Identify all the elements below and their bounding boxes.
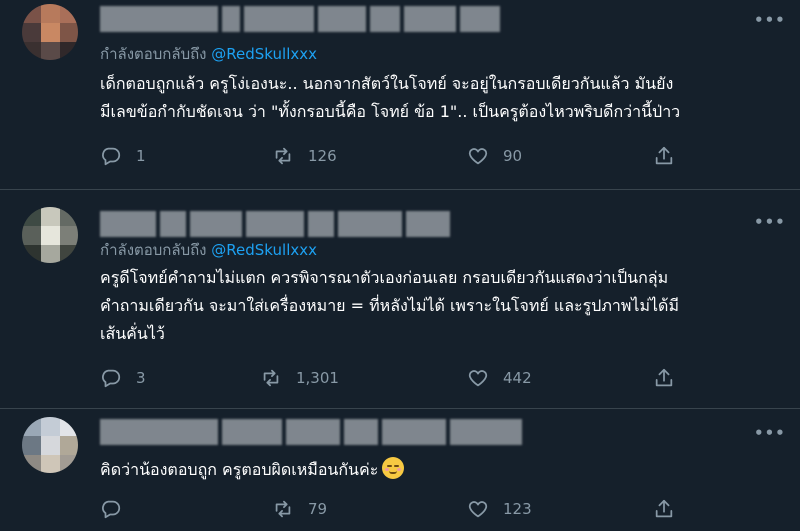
tweet-text-content: คิดว่าน้องตอบถูก ครูตอบผิดเหมือนกันค่ะ xyxy=(100,460,379,479)
replying-handle-link[interactable]: @RedSkullxxx xyxy=(211,241,317,259)
avatar-pixel xyxy=(60,245,78,263)
reply-count: 3 xyxy=(136,369,146,387)
avatar[interactable] xyxy=(22,417,78,473)
like-button[interactable]: 442 xyxy=(467,366,532,390)
reply-button[interactable]: 1 xyxy=(100,144,146,168)
avatar-pixel xyxy=(41,23,60,42)
reply-icon xyxy=(102,369,121,388)
more-icon[interactable]: ••• xyxy=(754,212,785,232)
avatar-pixel xyxy=(41,4,60,23)
heart-icon xyxy=(468,148,488,165)
retweet-count: 126 xyxy=(308,147,337,165)
replying-to: กำลังตอบกลับถึง @RedSkullxxx xyxy=(100,42,317,66)
retweet-button[interactable]: 126 xyxy=(272,144,337,168)
heart-icon xyxy=(468,370,488,387)
reply-button[interactable] xyxy=(100,497,136,521)
blurred-username xyxy=(100,211,450,237)
action-bar: 79 123 xyxy=(100,497,700,521)
reply-icon xyxy=(102,500,121,519)
relieved-face-emoji xyxy=(382,457,405,479)
heart-icon xyxy=(468,501,488,518)
like-button[interactable]: 123 xyxy=(467,497,532,521)
more-icon[interactable]: ••• xyxy=(754,423,785,443)
avatar-pixel xyxy=(60,23,78,42)
reply-tweet-1[interactable]: ••• กำลังตอบกลับถึง @RedSkullxxx เด็กตอบ… xyxy=(0,0,800,189)
replying-to: กำลังตอบกลับถึง @RedSkullxxx xyxy=(100,238,317,262)
blurred-username xyxy=(100,419,522,445)
reply-tweet-2[interactable]: ••• กำลังตอบกลับถึง @RedSkullxxx ครูดีโจ… xyxy=(0,189,800,408)
tweet-text-line: คิดว่าน้องตอบถูก ครูตอบผิดเหมือนกันค่ะ xyxy=(100,456,790,484)
like-count: 123 xyxy=(503,500,532,518)
action-bar: 1 126 90 xyxy=(100,144,700,168)
tweet-text-line: เส้นคั่นไว้ xyxy=(100,324,165,343)
retweet-button[interactable]: 79 xyxy=(272,497,327,521)
retweet-count: 1,301 xyxy=(296,369,339,387)
avatar-pixel xyxy=(22,417,41,436)
retweet-count: 79 xyxy=(308,500,328,518)
share-icon xyxy=(655,368,673,387)
tweet-text-line: ครูดีโจทย์คำถามไม่แตก ควรพิจารณาตัวเองก่… xyxy=(100,268,669,287)
avatar-pixel xyxy=(22,207,41,226)
avatar-pixel xyxy=(41,207,60,226)
reply-tweet-3[interactable]: ••• คิดว่าน้องตอบถูก ครูตอบผิดเหมือนกันค… xyxy=(0,408,800,531)
avatar-pixel xyxy=(22,4,41,23)
replying-prefix: กำลังตอบกลับถึง xyxy=(100,45,207,63)
retweet-icon xyxy=(275,147,291,165)
share-button[interactable] xyxy=(653,497,675,521)
like-count: 90 xyxy=(503,147,523,165)
reply-icon xyxy=(102,147,121,166)
retweet-button[interactable]: 1,301 xyxy=(260,366,339,390)
avatar-pixel xyxy=(41,42,60,60)
avatar-pixel xyxy=(60,207,78,226)
avatar-pixel xyxy=(60,4,78,23)
tweet-text-line: คำถามเดียวกัน จะมาใส่เครื่องหมาย = ที่หล… xyxy=(100,296,679,315)
avatar-pixel xyxy=(60,455,78,473)
share-icon xyxy=(655,146,673,165)
blurred-username xyxy=(100,6,500,32)
like-count: 442 xyxy=(503,369,532,387)
avatar-pixel xyxy=(22,226,41,245)
replying-handle-link[interactable]: @RedSkullxxx xyxy=(211,45,317,63)
avatar-pixel xyxy=(60,436,78,455)
like-button[interactable]: 90 xyxy=(467,144,522,168)
avatar-pixel xyxy=(60,417,78,436)
action-bar: 3 1,301 442 xyxy=(100,366,700,390)
avatar-pixel xyxy=(41,455,60,473)
tweet-text-line: มีเลขข้อกำกับชัดเจน ว่า "ทั้งกรอบนี้คือ … xyxy=(100,102,681,121)
avatar-pixel xyxy=(41,245,60,263)
avatar[interactable] xyxy=(22,4,78,60)
tweet-text: ครูดีโจทย์คำถามไม่แตก ควรพิจารณาตัวเองก่… xyxy=(100,264,790,348)
avatar-pixel xyxy=(22,42,41,60)
avatar[interactable] xyxy=(22,207,78,263)
share-button[interactable] xyxy=(653,144,675,168)
reply-button[interactable]: 3 xyxy=(100,366,146,390)
avatar-pixel xyxy=(22,23,41,42)
avatar-pixel xyxy=(60,42,78,60)
more-icon[interactable]: ••• xyxy=(754,10,785,30)
tweet-text: คิดว่าน้องตอบถูก ครูตอบผิดเหมือนกันค่ะ xyxy=(100,456,790,484)
avatar-pixel xyxy=(60,226,78,245)
reply-count: 1 xyxy=(136,147,146,165)
replying-prefix: กำลังตอบกลับถึง xyxy=(100,241,207,259)
avatar-pixel xyxy=(22,436,41,455)
avatar-pixel xyxy=(41,226,60,245)
avatar-pixel xyxy=(22,245,41,263)
retweet-icon xyxy=(263,369,279,387)
retweet-icon xyxy=(275,500,291,518)
share-button[interactable] xyxy=(653,366,675,390)
share-icon xyxy=(655,499,673,518)
avatar-pixel xyxy=(22,455,41,473)
avatar-pixel xyxy=(41,436,60,455)
tweet-text-line: เด็กตอบถูกแล้ว ครูโง่เองนะ.. นอกจากสัตว์… xyxy=(100,74,674,93)
avatar-pixel xyxy=(41,417,60,436)
tweet-text: เด็กตอบถูกแล้ว ครูโง่เองนะ.. นอกจากสัตว์… xyxy=(100,70,790,126)
